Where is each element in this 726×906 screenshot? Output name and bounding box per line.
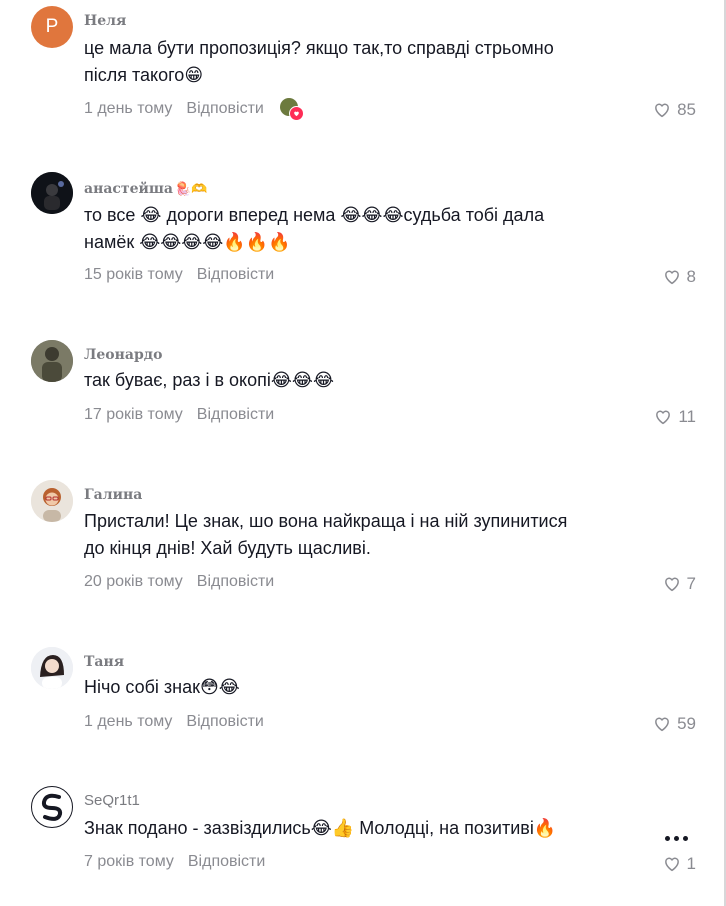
heart-outline-icon [656,410,671,425]
avatar-logo [35,790,69,824]
comment-text: так буває, раз і в окопі😂😂😂 [84,367,644,394]
comment-text: Пристали! Це знак, шо вона найкраща і на… [84,508,644,562]
like-count: 1 [686,854,696,873]
comment-username[interactable]: Неля [84,12,126,30]
heart-outline-icon [664,270,679,285]
comment-meta: 7 років тому Відповісти [84,852,265,872]
avatar-photo [31,172,73,214]
like-button[interactable]: 85 [653,100,696,120]
avatar[interactable] [31,480,73,522]
like-count: 85 [677,100,696,119]
comment-text-line: Нічо собі знак😳😂 [84,677,240,697]
reply-button[interactable]: Відповісти [197,406,274,423]
avatar[interactable] [31,340,73,382]
comment-text-line: Знак подано - зазвіздились😂👍 Молодці, на… [84,818,557,838]
like-count: 8 [686,267,696,286]
comment-text: Нічо собі знак😳😂 [84,674,644,701]
like-button[interactable]: 7 [663,574,696,594]
reply-button[interactable]: Відповісти [197,266,274,283]
comment-meta: 15 років тому Відповісти [84,265,274,285]
comment-username[interactable]: Галина [84,486,142,504]
comment-meta: 20 років тому Відповісти [84,572,274,592]
heart-outline-icon [655,717,669,732]
comment-text-line: Пристали! Це знак, шо вона найкраща і на… [84,511,568,531]
comment-text: Знак подано - зазвіздились😂👍 Молодці, на… [84,815,644,842]
comment-text-line: намёк 😂😂😂😂🔥🔥🔥 [84,232,291,252]
avatar-photo [31,340,73,382]
avatar[interactable] [31,172,73,214]
comment-meta: 1 день тому Відповісти [84,98,304,121]
avatar[interactable] [31,786,73,828]
like-button[interactable]: 8 [663,267,696,287]
comment-text-line: так буває, раз і в окопі😂😂😂 [84,370,334,390]
like-count: 7 [686,574,696,593]
reply-button[interactable]: Відповісти [186,100,263,117]
like-button[interactable]: 59 [653,714,696,734]
comment-text-line: то все 😂 дороги вперед нема 😂😂😂судьба то… [84,205,545,225]
comment-username[interactable]: SeQr1t1 [84,792,140,810]
heart-outline-icon [655,103,669,118]
like-count: 59 [677,714,696,733]
comment-time: 1 день тому [84,100,173,117]
comment-text-line: це мала бути пропозиція? якщо так,то спр… [84,38,554,58]
comment-time: 17 років тому [84,406,183,423]
more-horizontal-icon [683,836,688,841]
more-options-button[interactable] [665,836,688,841]
comment-text: то все 😂 дороги вперед нема 😂😂😂судьба то… [84,202,644,256]
comment-text-line: до кінця днів! Хай будуть щасливі. [84,538,371,558]
avatar-photo [31,647,73,689]
avatar[interactable]: P [31,6,73,48]
reply-button[interactable]: Відповісти [188,853,265,870]
more-horizontal-icon [665,836,670,841]
comment-time: 20 років тому [84,573,183,590]
more-horizontal-icon [674,836,679,841]
like-count: 11 [678,407,696,426]
like-button[interactable]: 1 [663,854,696,874]
comment-meta: 17 років тому Відповісти [84,405,274,425]
comment-username[interactable]: Таня [84,653,124,671]
comment-text-line: після такого😁 [84,65,204,85]
comment-time: 7 років тому [84,853,174,870]
heart-outline-icon [664,857,679,872]
creator-liked-avatar-icon [279,98,304,121]
reply-button[interactable]: Відповісти [197,573,274,590]
comment-username[interactable]: Леонардо [84,346,162,364]
comment-username[interactable]: анастейша 🪼🫶 [84,180,207,199]
comment-time: 15 років тому [84,266,183,283]
username-emoji: 🪼🫶 [175,182,208,197]
avatar[interactable] [31,647,73,689]
like-button[interactable]: 11 [654,407,696,427]
avatar-photo [31,480,73,522]
heart-badge-icon [288,106,304,121]
comment-meta: 1 день тому Відповісти [84,712,264,732]
heart-outline-icon [664,577,679,592]
comment-text: це мала бути пропозиція? якщо так,то спр… [84,35,644,89]
comment-time: 1 день тому [84,713,173,730]
reply-button[interactable]: Відповісти [186,713,263,730]
